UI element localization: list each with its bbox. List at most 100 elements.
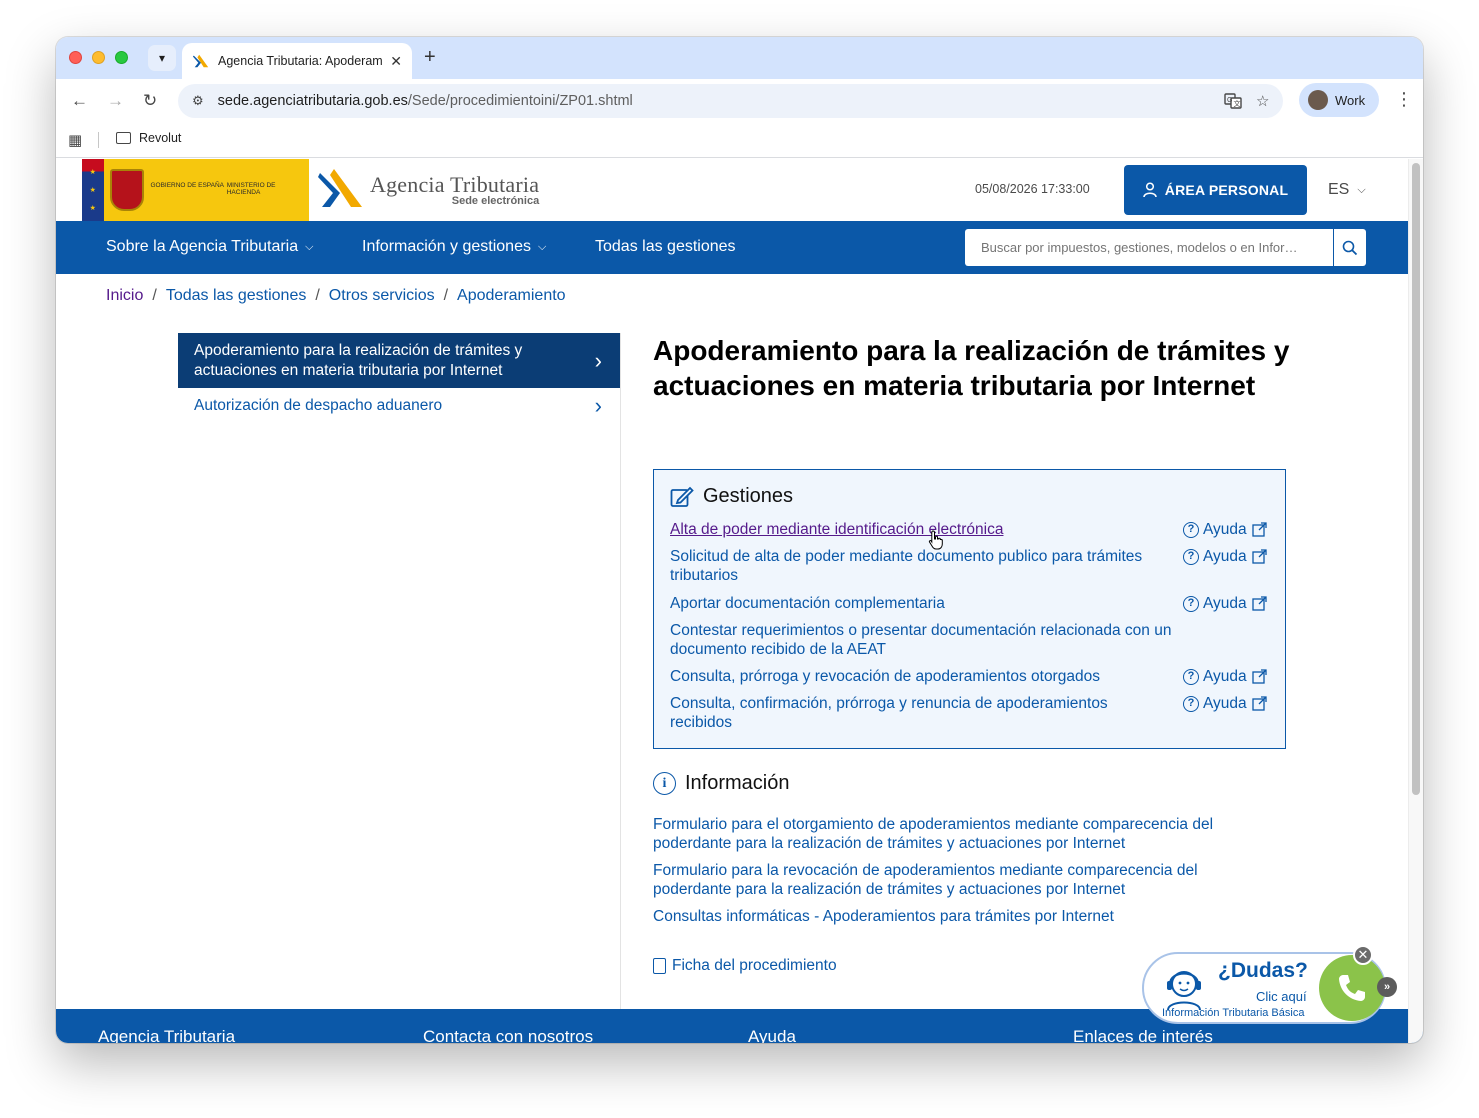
svg-text:G: G xyxy=(1227,97,1232,104)
external-link-icon xyxy=(1252,522,1267,537)
ayuda-link[interactable]: ? Ayuda xyxy=(1183,694,1267,713)
sidemenu-item-despacho-aduanero[interactable]: Autorización de despacho aduanero › xyxy=(178,388,620,424)
gobierno-logo[interactable]: ★ ★ ★ Gobierno de España Ministerio de Hac… xyxy=(82,159,309,221)
info-link-otorgamiento[interactable]: Formulario para el otorgamiento de apode… xyxy=(653,815,1253,853)
ayuda-link[interactable]: ? Ayuda xyxy=(1183,547,1267,566)
minimize-window-button[interactable] xyxy=(92,51,105,64)
column-divider xyxy=(620,333,621,1023)
gestion-link-consulta-recibidos[interactable]: Consulta, confirmación, prórroga y renun… xyxy=(670,694,1140,732)
gestion-link-contestar-requerimientos[interactable]: Contestar requerimientos o presentar doc… xyxy=(670,621,1210,659)
footer-enlaces-interes[interactable]: Enlaces de interés xyxy=(1073,1027,1213,1043)
language-label: ES xyxy=(1328,181,1350,198)
sidemenu-item-label: Apoderamiento para la realización de trá… xyxy=(194,341,523,379)
gestion-row: Consulta, confirmación, prórroga y renun… xyxy=(670,694,1270,732)
main-navigation: Sobre la Agencia Tributaria ⌵ Información… xyxy=(56,221,1408,274)
gestion-row: Alta de poder mediante identificación el… xyxy=(670,520,1270,539)
bookmark-folder-revolut[interactable]: Revolut xyxy=(116,131,181,145)
nav-label: Información y gestiones xyxy=(362,238,531,255)
nav-informacion-gestiones[interactable]: Información y gestiones ⌵ xyxy=(362,238,546,256)
tab-search-chevron-icon[interactable]: ▾ xyxy=(148,45,176,71)
bookmark-star-icon[interactable]: ☆ xyxy=(1256,92,1269,110)
maximize-window-button[interactable] xyxy=(115,51,128,64)
search-input[interactable] xyxy=(965,229,1333,266)
double-chevron-right-icon[interactable]: » xyxy=(1377,977,1397,997)
new-tab-icon[interactable]: + xyxy=(424,46,436,69)
page-scrollbar[interactable] xyxy=(1408,159,1423,1043)
close-icon[interactable]: ✕ xyxy=(1353,945,1373,965)
page-title: Apoderamiento para la realización de trá… xyxy=(653,335,1290,401)
help-circle-icon: ? xyxy=(1183,595,1199,612)
breadcrumb-separator: / xyxy=(315,287,320,304)
ayuda-link[interactable]: ? Ayuda xyxy=(1183,667,1267,686)
breadcrumb-todas-gestiones[interactable]: Todas las gestiones xyxy=(166,287,307,305)
bookmarks-divider xyxy=(98,132,99,148)
tab-title: Agencia Tributaria: Apoderam xyxy=(218,54,383,68)
sidemenu-item-label: Autorización de despacho aduanero xyxy=(194,397,443,414)
svg-text:文: 文 xyxy=(1234,99,1241,108)
user-icon xyxy=(1143,182,1157,198)
search-button[interactable] xyxy=(1333,229,1366,266)
info-link-revocacion[interactable]: Formulario para la revocación de apodera… xyxy=(653,861,1253,899)
gestion-link-consulta-otorgados[interactable]: Consulta, prórroga y revocación de apode… xyxy=(670,667,1175,686)
gestion-row: Consulta, prórroga y revocación de apode… xyxy=(670,667,1270,686)
gestiones-title: Gestiones xyxy=(703,485,794,507)
current-datetime: 05/08/2026 17:33:00 xyxy=(975,182,1090,196)
profile-button[interactable]: Work xyxy=(1299,83,1379,117)
url-text: sede.agenciatributaria.gob.es/Sede/proce… xyxy=(218,93,633,109)
area-personal-button[interactable]: ÁREA PERSONAL xyxy=(1124,165,1307,215)
gestion-link-documento-publico[interactable]: Solicitud de alta de poder mediante docu… xyxy=(670,547,1175,585)
aeat-favicon-icon xyxy=(192,54,209,68)
ayuda-label: Ayuda xyxy=(1203,668,1247,685)
sidemenu-item-apoderamiento[interactable]: Apoderamiento para la realización de trá… xyxy=(178,333,620,388)
ficha-procedimiento-link[interactable]: Ficha del procedimiento xyxy=(653,957,837,975)
browser-tab[interactable]: Agencia Tributaria: Apoderam ✕ xyxy=(182,43,412,79)
info-link-consultas-informaticas[interactable]: Consultas informáticas - Apoderamientos … xyxy=(653,907,1253,926)
nav-sobre-agencia[interactable]: Sobre la Agencia Tributaria ⌵ xyxy=(106,238,313,256)
gov-text-gobierno: Gobierno de España xyxy=(150,182,225,189)
nav-label: Sobre la Agencia Tributaria xyxy=(106,238,299,255)
footer-contacta[interactable]: Contacta con nosotros xyxy=(423,1027,593,1043)
site-info-icon[interactable]: ⚙ xyxy=(192,93,204,109)
breadcrumb-inicio[interactable]: Inicio xyxy=(106,287,143,305)
back-arrow-icon[interactable]: ← xyxy=(71,91,88,111)
translate-icon[interactable]: G文 xyxy=(1224,92,1242,114)
scrollbar-thumb[interactable] xyxy=(1412,163,1420,795)
apps-grid-icon[interactable]: ▦ xyxy=(68,131,82,149)
close-window-button[interactable] xyxy=(69,51,82,64)
language-selector[interactable]: ES ⌵ xyxy=(1328,181,1366,199)
url-path: /Sede/procedimientoini/ZP01.shtml xyxy=(407,93,633,109)
chevron-down-icon: ⌵ xyxy=(1357,183,1366,196)
document-icon xyxy=(653,958,666,974)
url-domain: sede.agenciatributaria.gob.es xyxy=(217,93,408,109)
aeat-logo-mark-icon xyxy=(318,169,362,207)
ayuda-link[interactable]: ? Ayuda xyxy=(1183,520,1267,539)
menu-kebab-icon[interactable]: ⋮ xyxy=(1395,89,1413,110)
address-bar[interactable]: ⚙ sede.agenciatributaria.gob.es/Sede/pro… xyxy=(178,84,1283,118)
gestion-link-documentacion-complementaria[interactable]: Aportar documentación complementaria xyxy=(670,594,1175,613)
gestion-row: Contestar requerimientos o presentar doc… xyxy=(670,621,1270,659)
help-circle-icon: ? xyxy=(1183,668,1199,685)
profile-label: Work xyxy=(1335,92,1366,108)
tab-close-icon[interactable]: ✕ xyxy=(390,53,402,70)
breadcrumb-apoderamiento[interactable]: Apoderamiento xyxy=(457,287,566,305)
gestiones-heading: Gestiones xyxy=(670,485,793,508)
informacion-title: Información xyxy=(685,772,790,794)
external-link-icon xyxy=(1252,696,1267,711)
forward-arrow-icon[interactable]: → xyxy=(107,91,124,111)
ayuda-label: Ayuda xyxy=(1203,695,1247,712)
gestion-row: Solicitud de alta de poder mediante docu… xyxy=(670,547,1270,585)
reload-icon[interactable]: ↻ xyxy=(143,91,157,111)
breadcrumb: Inicio / Todas las gestiones / Otros ser… xyxy=(106,287,566,305)
site-header: ★ ★ ★ Gobierno de España Ministerio de Hac… xyxy=(56,159,1408,221)
help-circle-icon: ? xyxy=(1183,521,1199,538)
phone-call-icon[interactable] xyxy=(1319,955,1385,1021)
footer-agencia-tributaria[interactable]: Agencia Tributaria xyxy=(98,1027,235,1043)
ficha-label: Ficha del procedimiento xyxy=(672,957,837,974)
gestion-link-alta-electronica[interactable]: Alta de poder mediante identificación el… xyxy=(670,520,1175,539)
help-circle-icon: ? xyxy=(1183,695,1199,712)
breadcrumb-otros-servicios[interactable]: Otros servicios xyxy=(329,287,435,305)
ayuda-link[interactable]: ? Ayuda xyxy=(1183,594,1267,613)
footer-ayuda[interactable]: Ayuda xyxy=(748,1027,796,1043)
agencia-tributaria-logo[interactable]: Agencia Tributaria Sede electrónica xyxy=(318,167,539,211)
nav-todas-gestiones[interactable]: Todas las gestiones xyxy=(595,238,736,256)
